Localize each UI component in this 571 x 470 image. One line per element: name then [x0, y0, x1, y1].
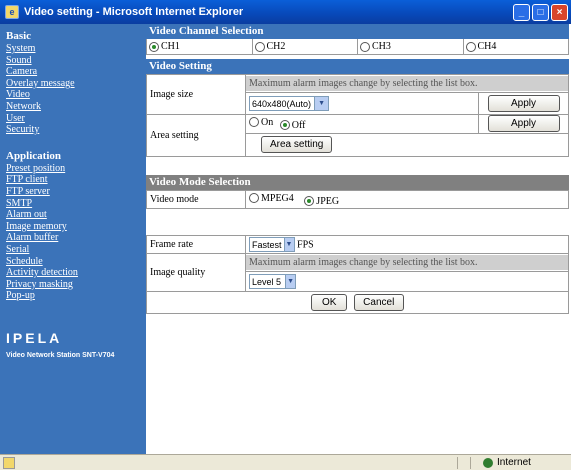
globe-icon [483, 457, 493, 468]
status-bar: Internet [0, 454, 571, 470]
sidebar-item-overlay-message[interactable]: Overlay message [6, 78, 146, 90]
radio-ch2[interactable] [254, 41, 265, 52]
sidebar-item-security[interactable]: Security [6, 124, 146, 136]
channel-option-ch2[interactable]: CH2 [253, 39, 358, 54]
channel-label-ch3: CH3 [372, 41, 391, 52]
image-quality-select[interactable]: Level 5 ▼ [249, 274, 297, 289]
model-name: Video Network Station SNT-V704 [6, 351, 115, 359]
frame-rate-select[interactable]: Fastest ▼ [249, 237, 295, 252]
sidebar-item-serial[interactable]: Serial [6, 244, 146, 256]
radio-ch4[interactable] [465, 41, 476, 52]
ie-icon: e [5, 5, 19, 19]
video-setting-header: Video Setting [146, 59, 569, 74]
security-zone: Internet [483, 457, 571, 468]
ok-button[interactable]: OK [311, 294, 348, 311]
main-content: Video Channel Selection CH1 CH2 CH3 CH4 … [146, 24, 571, 454]
sidebar-item-image-memory[interactable]: Image memory [6, 221, 146, 233]
sidebar-item-preset-position[interactable]: Preset position [6, 163, 146, 175]
area-apply-button[interactable]: Apply [487, 115, 560, 133]
sidebar-item-alarm-out[interactable]: Alarm out [6, 209, 146, 221]
frame-rate-unit: FPS [297, 239, 314, 251]
page-icon [3, 456, 15, 469]
image-quality-label: Image quality [146, 253, 246, 292]
radio-jpeg[interactable] [304, 196, 315, 206]
channel-section-header: Video Channel Selection [146, 24, 569, 39]
video-mode-table: Video mode MPEG4 JPEG [146, 190, 569, 209]
channel-options: CH1 CH2 CH3 CH4 [146, 39, 569, 55]
video-mode-label: Video mode [146, 190, 246, 209]
cancel-button[interactable]: Cancel [353, 294, 404, 311]
sidebar-item-network[interactable]: Network [6, 101, 146, 113]
channel-label-ch4: CH4 [477, 41, 497, 52]
jpeg-settings-table: Frame rate Fastest ▼ FPS Image quality M… [146, 235, 569, 314]
chevron-down-icon: ▼ [314, 97, 329, 110]
image-size-label: Image size [146, 74, 246, 115]
image-size-value: 640x480(Auto) [252, 98, 312, 109]
sidebar-heading-application: Application [6, 149, 62, 162]
radio-mpeg4[interactable] [249, 193, 259, 203]
video-mode-header: Video Mode Selection [146, 175, 569, 190]
area-setting-label: Area setting [146, 114, 246, 157]
area-setting-button[interactable]: Area setting [261, 136, 333, 154]
minimize-button[interactable]: _ [513, 3, 530, 21]
sidebar: Basic System Sound Camera Overlay messag… [0, 24, 146, 454]
image-size-note: Maximum alarm images change by selecting… [246, 76, 568, 91]
channel-label-ch1: CH1 [161, 41, 180, 52]
radio-area-off[interactable] [279, 120, 290, 131]
image-size-select[interactable]: 640x480(Auto) ▼ [249, 96, 330, 111]
sidebar-item-privacy-masking[interactable]: Privacy masking [6, 279, 146, 291]
image-quality-note: Maximum alarm images change by selecting… [246, 255, 568, 270]
area-off-label: Off [291, 119, 306, 131]
area-on-option[interactable]: On [249, 117, 273, 128]
sidebar-item-sound[interactable]: Sound [6, 55, 146, 67]
radio-ch1[interactable] [149, 41, 159, 52]
window-title-bar: e Video setting - Microsoft Internet Exp… [0, 0, 571, 24]
sidebar-item-system[interactable]: System [6, 43, 146, 55]
image-quality-value: Level 5 [252, 276, 282, 287]
sidebar-item-user[interactable]: User [6, 113, 146, 125]
window-title: Video setting - Microsoft Internet Explo… [24, 6, 244, 18]
channel-option-ch1[interactable]: CH1 [147, 39, 253, 54]
sidebar-item-pop-up[interactable]: Pop-up [6, 290, 146, 302]
channel-option-ch4[interactable]: CH4 [464, 39, 569, 54]
radio-area-on[interactable] [249, 117, 259, 128]
sidebar-item-video[interactable]: Video [6, 89, 146, 101]
sidebar-item-ftp-server[interactable]: FTP server [6, 186, 146, 198]
maximize-button[interactable]: □ [532, 3, 549, 21]
mode-jpeg-label: JPEG [316, 195, 340, 207]
channel-option-ch3[interactable]: CH3 [358, 39, 464, 54]
mode-mpeg4-option[interactable]: MPEG4 [249, 193, 294, 204]
video-setting-table: Image size Maximum alarm images change b… [146, 74, 569, 158]
mode-jpeg-option[interactable]: JPEG [304, 196, 339, 207]
sidebar-item-activity-detection[interactable]: Activity detection [6, 267, 146, 279]
sidebar-item-alarm-buffer[interactable]: Alarm buffer [6, 232, 146, 244]
mode-mpeg4-label: MPEG4 [261, 192, 294, 204]
area-on-label: On [261, 116, 274, 128]
frame-rate-label: Frame rate [146, 235, 246, 254]
zone-label: Internet [497, 457, 531, 468]
sidebar-heading-basic: Basic [6, 30, 32, 42]
radio-ch3[interactable] [360, 41, 370, 52]
ipela-logo: IPELA [6, 329, 63, 346]
sidebar-item-schedule[interactable]: Schedule [6, 256, 146, 268]
area-off-option[interactable]: Off [279, 119, 306, 131]
frame-rate-value: Fastest [252, 239, 282, 250]
close-button[interactable]: × [551, 3, 568, 21]
channel-label-ch2: CH2 [266, 41, 286, 52]
sidebar-item-camera[interactable]: Camera [6, 66, 146, 78]
chevron-down-icon: ▼ [283, 238, 294, 251]
sidebar-item-smtp[interactable]: SMTP [6, 198, 146, 210]
image-size-apply-button[interactable]: Apply [487, 95, 560, 112]
sidebar-item-ftp-client[interactable]: FTP client [6, 174, 146, 186]
chevron-down-icon: ▼ [285, 275, 296, 288]
